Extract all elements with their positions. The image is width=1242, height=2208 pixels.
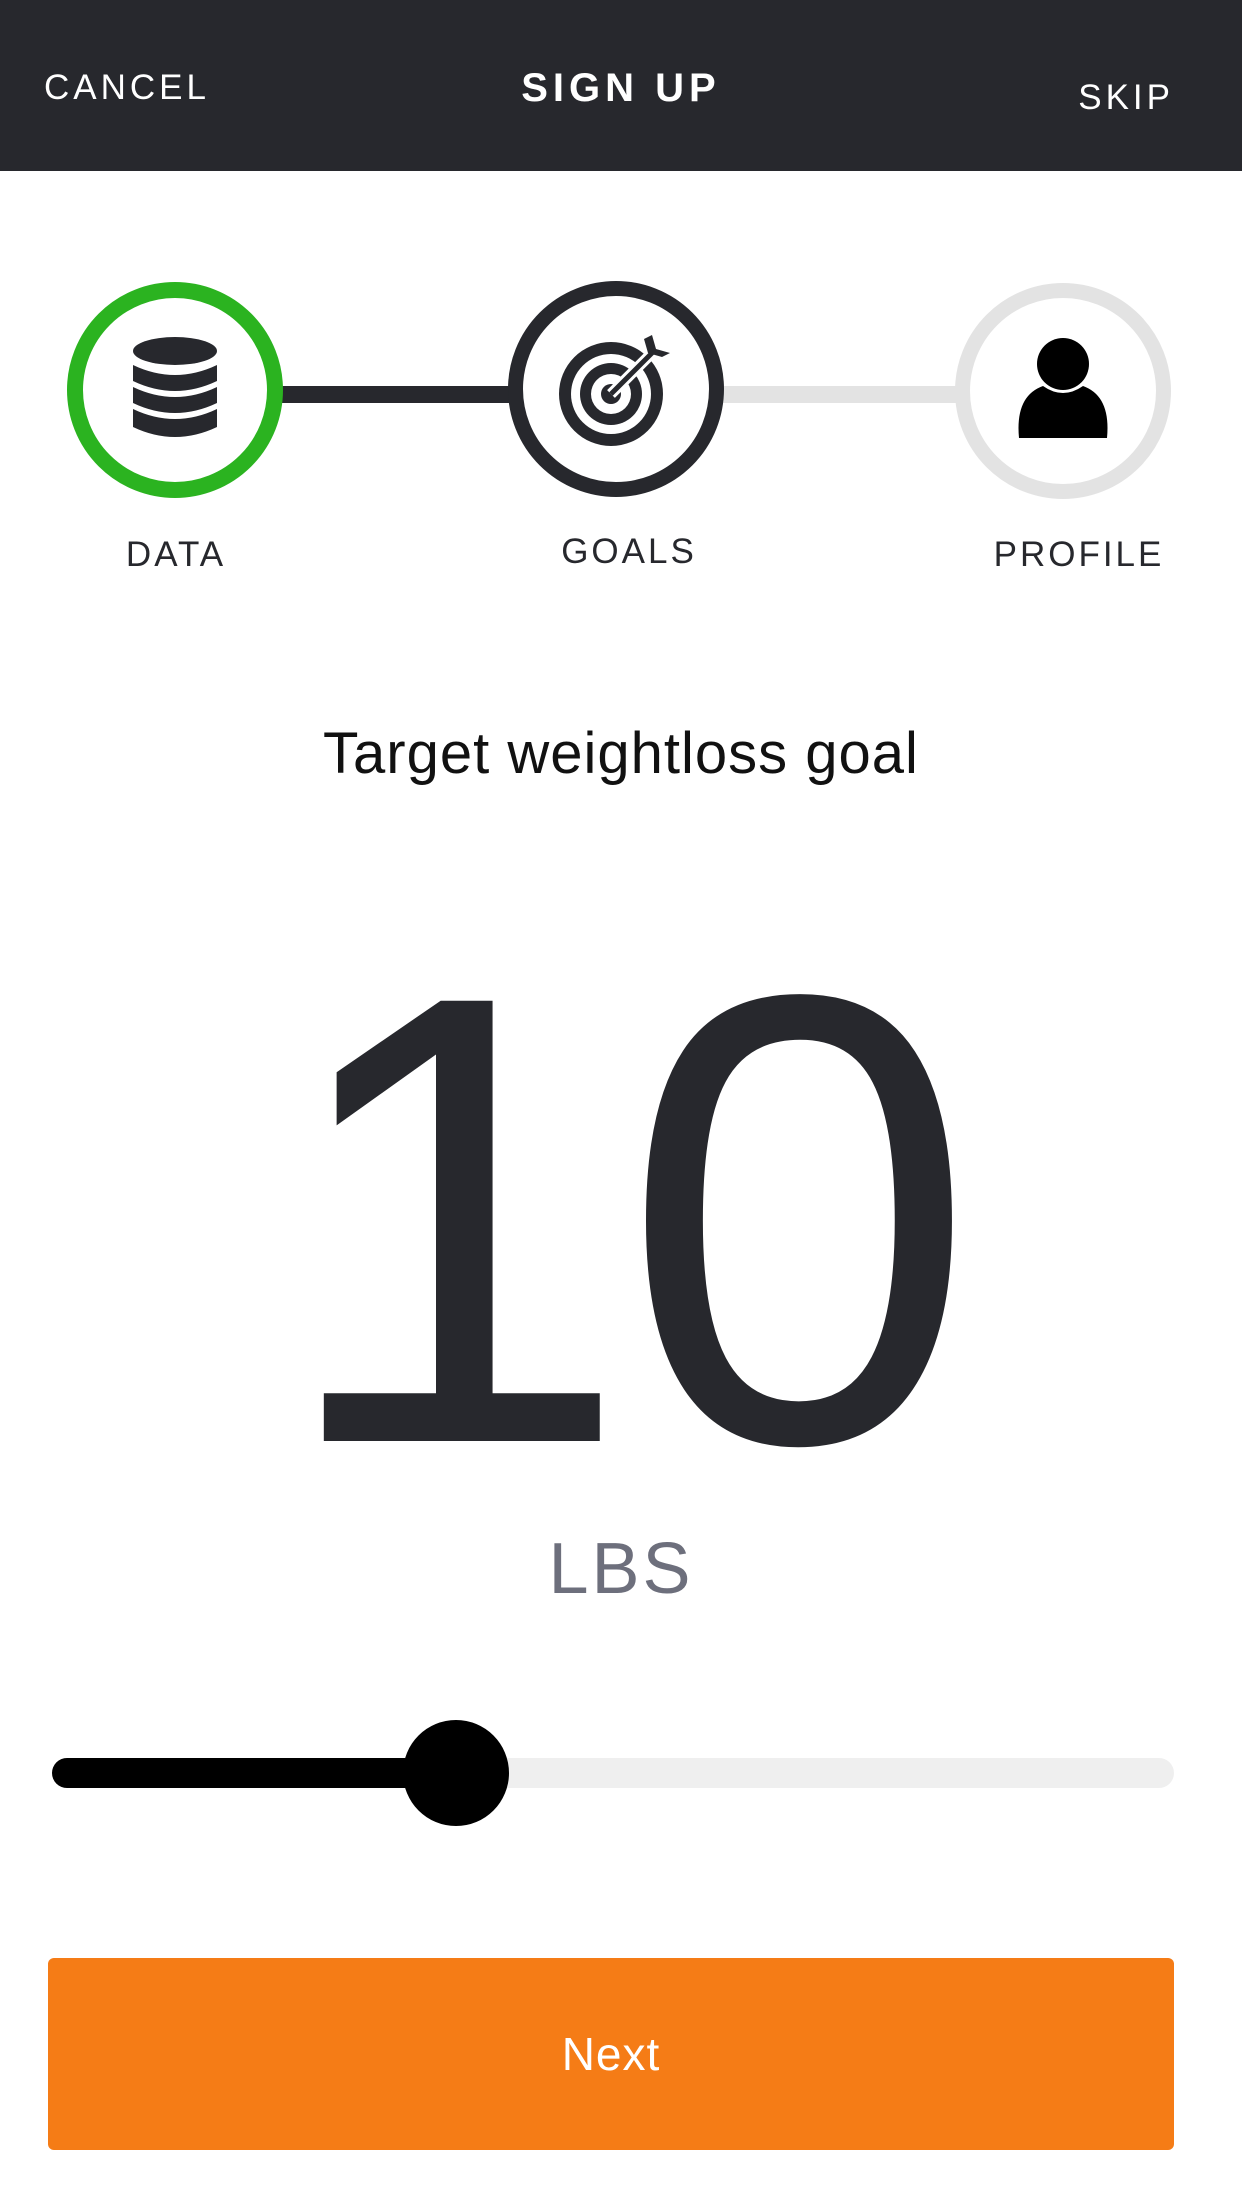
goal-value: 10: [275, 862, 977, 1577]
step-label-profile: PROFILE: [993, 535, 1165, 574]
goal-slider[interactable]: [52, 1720, 1174, 1826]
next-button[interactable]: Next: [48, 1958, 1174, 2150]
signup-screen: CANCEL SIGN UP SKIP DATA GOALS PROFILE T…: [0, 0, 1242, 2208]
step-label-data: DATA: [125, 535, 227, 574]
target-icon: [559, 335, 670, 446]
slider-thumb[interactable]: [403, 1720, 509, 1826]
step-profile[interactable]: [955, 283, 1171, 499]
goal-heading: Target weightloss goal: [323, 721, 919, 786]
stepper-connector-complete: [270, 386, 520, 403]
database-icon: [133, 337, 217, 437]
step-label-goals: GOALS: [561, 532, 697, 571]
step-goals[interactable]: [508, 281, 724, 497]
user-icon: [1018, 338, 1108, 438]
step-data[interactable]: [67, 282, 283, 498]
stepper-connector-upcoming: [720, 386, 970, 403]
goal-unit: LBS: [548, 1529, 694, 1609]
progress-stepper: DATA GOALS PROFILE: [0, 0, 1242, 600]
slider-fill: [52, 1758, 456, 1788]
